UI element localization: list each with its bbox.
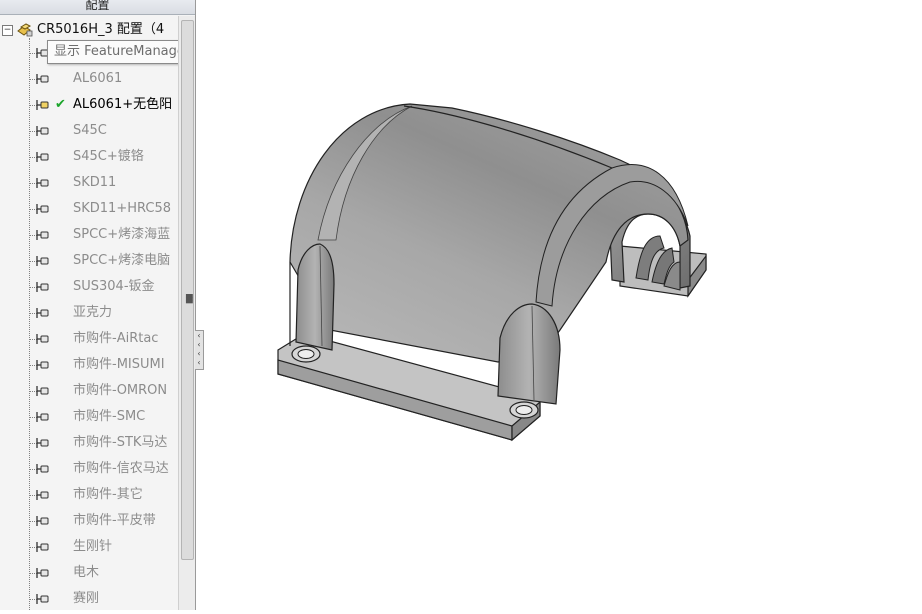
panel-title: 配置 xyxy=(0,0,195,15)
configuration-item[interactable]: AL6061 xyxy=(0,66,178,92)
configuration-item-label: SPCC+烤漆电脑 xyxy=(73,253,171,268)
configuration-icon xyxy=(36,360,49,370)
graphics-viewport[interactable] xyxy=(196,0,922,610)
configuration-item[interactable]: 生刚针 xyxy=(0,534,178,560)
3d-part-model xyxy=(277,103,707,442)
configuration-item[interactable]: ✔ AL6061+无色阳 xyxy=(0,92,178,118)
configuration-item-label: 赛刚 xyxy=(73,591,100,606)
configuration-icon xyxy=(36,204,49,214)
configuration-item-label: 电木 xyxy=(73,565,100,580)
configuration-item-label: 市购件-MISUMI xyxy=(73,357,165,372)
tooltip: 显示 FeatureManager xyxy=(47,40,195,64)
configuration-item[interactable]: 市购件-SMC xyxy=(0,404,178,430)
scrollbar-thumb[interactable]: ▬ ▬ ▬ xyxy=(181,20,194,560)
configuration-item-label: 亚克力 xyxy=(73,305,113,320)
configuration-item-label: SKD11+HRC58 xyxy=(73,201,172,216)
configuration-item-label: S45C+镀铬 xyxy=(73,149,144,164)
configuration-item[interactable]: 电木 xyxy=(0,560,178,586)
configuration-item-label: S45C xyxy=(73,123,107,138)
configuration-item[interactable]: 市购件-平皮带 xyxy=(0,508,178,534)
configuration-item-label: 市购件-信农马达 xyxy=(73,461,169,476)
configuration-item[interactable]: 亚克力 xyxy=(0,300,178,326)
configuration-item[interactable]: 市购件-信农马达 xyxy=(0,456,178,482)
tree-root[interactable]: − CR5016H_3 配置（4 xyxy=(0,18,178,42)
configuration-tree[interactable]: − CR5016H_3 配置（4 0000 [ CR5016AL6061✔AL6… xyxy=(0,16,195,610)
checkmark-icon: ✔ xyxy=(55,97,66,112)
configuration-icon xyxy=(36,438,49,448)
configuration-item-label: 市购件-STK马达 xyxy=(73,435,168,450)
configuration-item[interactable]: 市购件-OMRON xyxy=(0,378,178,404)
configuration-icon xyxy=(36,178,49,188)
configuration-icon xyxy=(36,490,49,500)
configuration-icon xyxy=(36,100,49,110)
part-configuration-icon xyxy=(17,23,33,37)
configuration-icon xyxy=(36,74,49,84)
configuration-item[interactable]: 市购件-STK马达 xyxy=(0,430,178,456)
grip-icon: ▬ ▬ ▬ xyxy=(185,291,194,307)
configuration-item[interactable]: S45C+镀铬 xyxy=(0,144,178,170)
configuration-icon xyxy=(36,230,49,240)
configuration-icon xyxy=(36,542,49,552)
configuration-item[interactable]: 市购件-MISUMI xyxy=(0,352,178,378)
configuration-icon xyxy=(36,412,49,422)
configuration-item[interactable]: SUS304-钣金 xyxy=(0,274,178,300)
configuration-item-label: 市购件-AiRtac xyxy=(73,331,159,346)
configuration-item-label: 市购件-SMC xyxy=(73,409,146,424)
configuration-icon xyxy=(36,516,49,526)
configuration-item[interactable]: SKD11 xyxy=(0,170,178,196)
configuration-manager-panel: 配置 − CR5016H_3 配置（4 0000 [ CR5016AL6061✔… xyxy=(0,0,196,610)
configuration-item-label: SKD11 xyxy=(73,175,117,190)
configuration-icon xyxy=(36,256,49,266)
configuration-item-label: SPCC+烤漆海蓝 xyxy=(73,227,171,242)
configuration-icon xyxy=(36,386,49,396)
collapse-toggle-icon[interactable]: − xyxy=(2,25,13,36)
configuration-item[interactable]: S45C xyxy=(0,118,178,144)
configuration-icon xyxy=(36,594,49,604)
configuration-item-label: 市购件-OMRON xyxy=(73,383,168,398)
configuration-item[interactable]: SPCC+烤漆电脑 xyxy=(0,248,178,274)
configuration-item[interactable]: SPCC+烤漆海蓝 xyxy=(0,222,178,248)
configuration-item[interactable]: 赛刚 xyxy=(0,586,178,610)
configuration-icon xyxy=(36,152,49,162)
configuration-item[interactable]: SKD11+HRC58 xyxy=(0,196,178,222)
configuration-icon xyxy=(36,308,49,318)
configuration-icon xyxy=(36,282,49,292)
configuration-item-label: SUS304-钣金 xyxy=(73,279,155,294)
vertical-scrollbar[interactable]: ▬ ▬ ▬ xyxy=(178,16,195,610)
configuration-icon xyxy=(36,568,49,578)
configuration-item-label: AL6061+无色阳 xyxy=(73,97,173,112)
configuration-item-label: AL6061 xyxy=(73,71,123,86)
configuration-item-label: 市购件-平皮带 xyxy=(73,513,156,528)
configuration-item-label: 市购件-其它 xyxy=(73,487,143,502)
configuration-item[interactable]: 市购件-其它 xyxy=(0,482,178,508)
configuration-icon xyxy=(36,126,49,136)
configuration-item-label: 生刚针 xyxy=(73,539,113,554)
configuration-icon xyxy=(36,464,49,474)
configuration-icon xyxy=(36,334,49,344)
root-config-label: CR5016H_3 配置（4 xyxy=(37,22,165,37)
configuration-item[interactable]: 市购件-AiRtac xyxy=(0,326,178,352)
